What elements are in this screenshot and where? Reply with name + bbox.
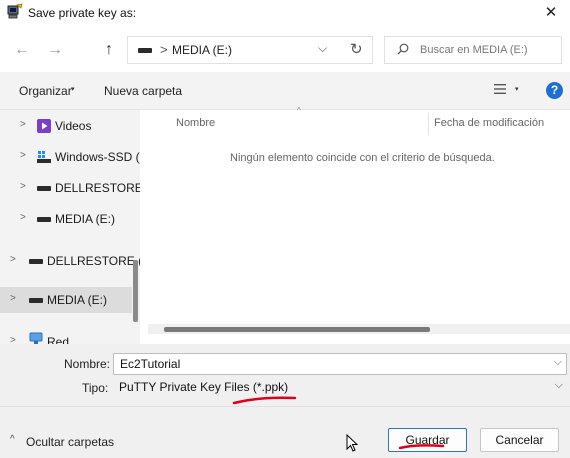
drive-icon [29, 259, 43, 264]
horizontal-scrollbar[interactable] [148, 324, 570, 334]
search-placeholder: Buscar en MEDIA (E:) [420, 44, 528, 56]
breadcrumb-separator: > [160, 42, 168, 57]
navigation-bar: ← → ↑ > MEDIA (E:) ⌵ ↻ Buscar en MEDIA (… [0, 28, 570, 72]
search-icon [397, 43, 409, 55]
sidebar-item-videos[interactable]: > Videos [0, 114, 132, 138]
refresh-button[interactable]: ↻ [350, 40, 363, 58]
chevron-right-icon[interactable]: > [20, 119, 26, 130]
empty-message: Ningún elemento coincide con el criterio… [230, 152, 495, 164]
file-list: ^ Nombre Fecha de modificación Ningún el… [148, 106, 570, 342]
filename-value[interactable]: Ec2Tutorial [120, 357, 180, 371]
windows-drive-icon [37, 151, 51, 163]
filename-field[interactable]: Ec2Tutorial ⌵ [113, 353, 567, 375]
divider [0, 406, 570, 407]
sidebar-scrollbar[interactable] [133, 260, 138, 322]
sidebar-item-windows-ssd[interactable]: > Windows-SSD ( [0, 145, 140, 169]
close-button[interactable]: ✕ [540, 2, 562, 24]
sidebar-item-label: DELLRESTORE (D [47, 254, 140, 268]
back-button[interactable]: ← [12, 40, 32, 60]
cancel-button[interactable]: Cancelar [480, 428, 559, 452]
sidebar-item-dellrestore-d[interactable]: > DELLRESTORE (D [0, 249, 140, 273]
sidebar-item-media-e[interactable]: > MEDIA (E:) [0, 287, 132, 313]
chevron-down-icon[interactable]: ⌵ [555, 379, 563, 392]
name-label: Nombre: [64, 357, 111, 371]
sidebar-item-label: MEDIA (E:) [47, 293, 108, 307]
file-type-value[interactable]: PuTTY Private Key Files (*.ppk) [119, 380, 288, 394]
forward-button[interactable]: → [45, 40, 65, 60]
breadcrumb-current[interactable]: MEDIA (E:) [172, 43, 232, 57]
address-history-chevron-icon[interactable]: ⌵ [318, 41, 327, 56]
sidebar-item-label: Windows-SSD ( [55, 150, 140, 164]
view-caret-icon[interactable]: ▾ [515, 85, 519, 93]
sidebar-item-label: DELLRESTORE ( [55, 181, 140, 195]
caret-up-icon: ^ [10, 434, 15, 445]
navigation-pane: > Videos > Windows-SSD ( > DELLRESTORE (… [0, 110, 140, 344]
type-label: Tipo: [82, 381, 109, 395]
sidebar-item-network[interactable]: > Red [0, 330, 132, 344]
column-divider[interactable] [428, 113, 429, 135]
view-options-icon[interactable] [494, 84, 506, 94]
sidebar-item-media[interactable]: > MEDIA (E:) [0, 207, 132, 231]
putty-app-icon [7, 3, 23, 19]
caret-down-icon: ▾ [71, 86, 75, 93]
chevron-right-icon[interactable]: > [20, 181, 26, 192]
drive-icon [37, 186, 51, 191]
network-icon [29, 332, 43, 344]
chevron-right-icon[interactable]: > [10, 293, 16, 304]
command-bar: Organizar ▾ Nueva carpeta ▾ ? [0, 72, 570, 110]
chevron-down-icon[interactable]: ⌵ [554, 356, 562, 369]
up-button[interactable]: ↑ [99, 40, 119, 60]
sidebar-item-label: MEDIA (E:) [55, 212, 116, 226]
video-folder-icon [37, 119, 51, 133]
file-type-select[interactable]: PuTTY Private Key Files (*.ppk) ⌵ [113, 377, 567, 399]
drive-icon [37, 217, 51, 222]
sidebar-item-label: Red [47, 335, 70, 344]
save-button[interactable]: Guardar [388, 428, 467, 452]
sidebar-item-dellrestore[interactable]: > DELLRESTORE ( [0, 176, 140, 200]
sort-arrow-icon: ^ [297, 106, 301, 115]
chevron-right-icon[interactable]: > [10, 254, 16, 265]
column-header-date[interactable]: Fecha de modificación [434, 117, 544, 129]
sidebar-item-label: Videos [55, 119, 92, 133]
title-bar: Save private key as: ✕ [0, 0, 570, 28]
hide-folders-toggle[interactable]: Ocultar carpetas [26, 435, 114, 449]
window-title: Save private key as: [28, 6, 137, 20]
mouse-cursor-icon [346, 434, 358, 452]
chevron-right-icon[interactable]: > [10, 335, 16, 344]
help-icon[interactable]: ? [546, 82, 563, 99]
new-folder-button[interactable]: Nueva carpeta [104, 84, 182, 98]
search-input[interactable]: Buscar en MEDIA (E:) [384, 36, 562, 64]
drive-icon [138, 48, 152, 53]
save-form: Nombre: Ec2Tutorial ⌵ Tipo: PuTTY Privat… [0, 344, 570, 458]
organize-menu[interactable]: Organizar [19, 84, 72, 98]
chevron-right-icon[interactable]: > [20, 212, 26, 223]
drive-icon [29, 298, 43, 303]
scrollbar-thumb[interactable] [164, 327, 430, 332]
chevron-right-icon[interactable]: > [20, 150, 26, 161]
column-header-name[interactable]: Nombre [176, 117, 215, 129]
address-bar[interactable]: > MEDIA (E:) ⌵ ↻ [127, 36, 373, 64]
